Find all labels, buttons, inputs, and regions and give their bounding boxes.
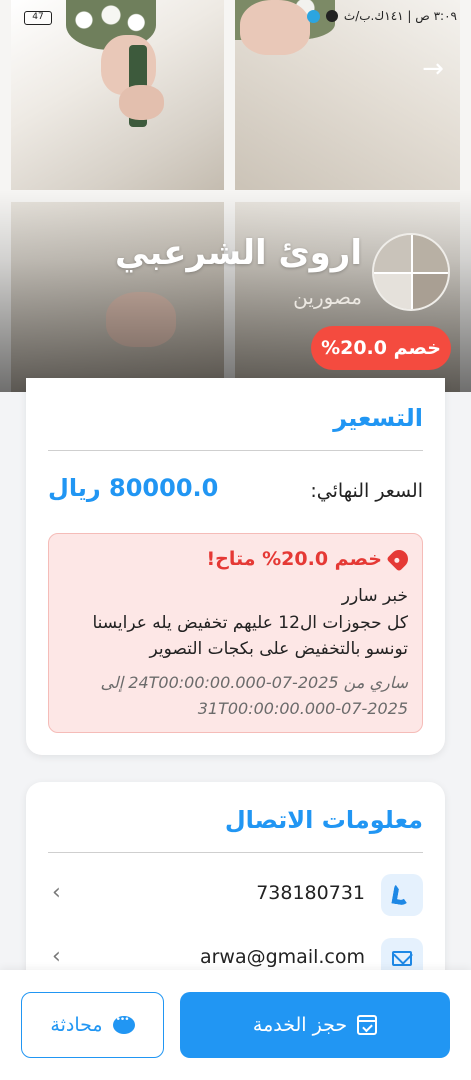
offer-subtitle: خبر سارر <box>341 586 408 606</box>
telegram-icon <box>306 9 320 23</box>
final-price-label: السعر النهائي: <box>310 480 423 502</box>
offer-box: خصم 20.0% متاح! خبر سارر كل حجوزات ال12 … <box>48 533 423 733</box>
status-right: ٣:٠٩ ص | ١٤١ك.ب/ث <box>306 9 457 23</box>
avatar[interactable] <box>372 233 450 311</box>
hand-image-2 <box>119 85 164 120</box>
pricing-card: التسعير السعر النهائي: 80000.0 ريال خصم … <box>26 378 445 755</box>
vendor-name: اروئ الشرعبي <box>114 233 362 273</box>
divider <box>48 450 423 451</box>
offer-description: كل حجوزات ال12 عليهم تخفيض يله عرايسنا ت… <box>92 613 408 659</box>
email-address: arwa@gmail.com <box>199 946 365 968</box>
pricing-title: التسعير <box>333 404 423 432</box>
mail-icon <box>392 951 412 966</box>
avatar-tile-2 <box>413 235 448 273</box>
chat-button[interactable]: محادثة <box>21 992 164 1058</box>
gallery-header: 47 ٣:٠٩ ص | ١٤١ك.ب/ث → اروئ الشرعبي مصور… <box>0 0 471 392</box>
avatar-tile-4 <box>413 274 448 309</box>
final-price-value: 80000.0 ريال <box>48 474 219 502</box>
discount-badge: خصم 20.0% <box>311 326 451 370</box>
divider <box>48 852 423 853</box>
tag-icon <box>386 546 412 572</box>
battery-icon: 47 <box>24 11 52 25</box>
chevron-left-icon: ‹ <box>52 944 61 969</box>
chevron-left-icon: ‹ <box>52 880 61 905</box>
phone-icon-box <box>381 874 423 916</box>
avatar-tile-1 <box>374 235 412 273</box>
offer-validity: ساري من 2025-07-24T00:00:00.000 إلى 2025… <box>100 673 408 718</box>
calendar-check-icon <box>357 1015 378 1035</box>
avatar-tile-3 <box>374 274 412 309</box>
phone-number: 738180731 <box>256 882 365 904</box>
phone-icon <box>391 883 413 907</box>
chat-label: محادثة <box>50 1014 103 1036</box>
offer-title: خصم 20.0% متاح! <box>206 548 383 570</box>
offer-title-row: خصم 20.0% متاح! <box>206 546 412 572</box>
avatar-divider-h <box>374 272 448 274</box>
book-label: حجز الخدمة <box>252 1014 348 1036</box>
status-bar: 47 ٣:٠٩ ص | ١٤١ك.ب/ث <box>0 0 471 34</box>
arrow-right-icon[interactable]: → <box>418 54 448 84</box>
notification-icon <box>325 10 338 22</box>
vendor-category: مصورين <box>293 285 362 309</box>
contact-title: معلومات الاتصال <box>224 806 423 834</box>
chat-icon <box>112 1015 135 1034</box>
book-service-button[interactable]: حجز الخدمة <box>180 992 450 1058</box>
status-time: ٣:٠٩ ص | ١٤١ك.ب/ث <box>343 9 457 23</box>
bottom-action-bar: حجز الخدمة محادثة <box>0 970 471 1080</box>
contact-phone-row[interactable]: 738180731 ‹ <box>48 874 423 920</box>
